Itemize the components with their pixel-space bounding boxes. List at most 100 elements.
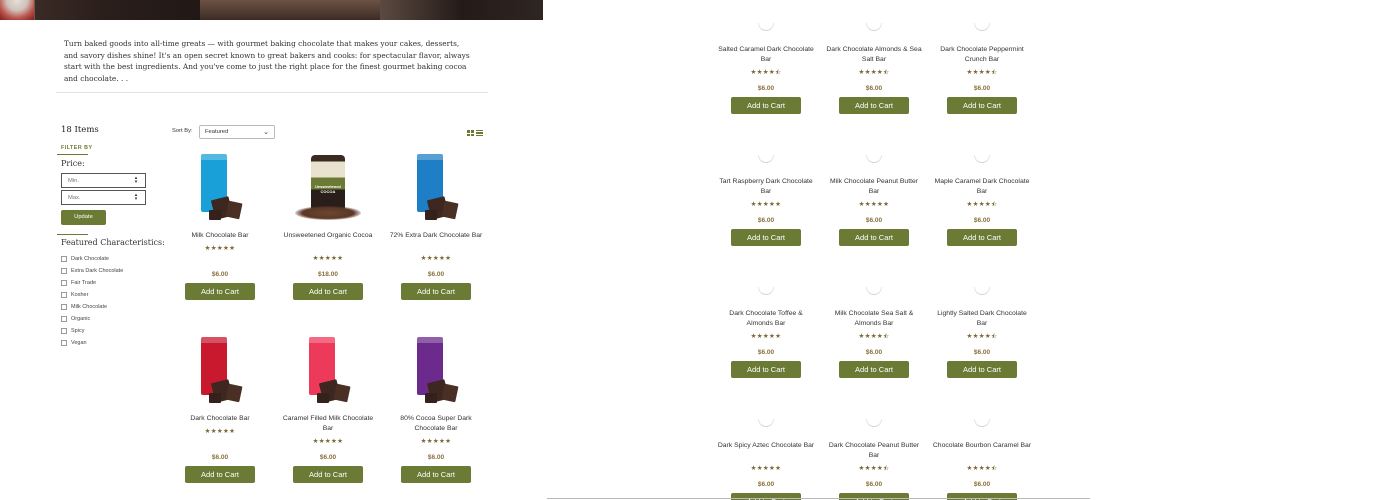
product-name[interactable]: Dark Chocolate Toffee & Almonds Bar bbox=[716, 309, 816, 329]
product-name[interactable]: Dark Spicy Aztec Chocolate Bar bbox=[716, 441, 816, 451]
product-price: $6.00 bbox=[757, 85, 775, 92]
checkbox[interactable] bbox=[61, 340, 67, 346]
product-image[interactable] bbox=[758, 419, 774, 427]
add-to-cart-button[interactable]: Add to Cart bbox=[839, 229, 909, 246]
product-name[interactable]: Tart Raspberry Dark Chocolate Bar bbox=[716, 177, 816, 197]
product-image[interactable] bbox=[401, 154, 471, 224]
add-to-cart-button[interactable]: Add to Cart bbox=[731, 97, 801, 114]
add-to-cart-button[interactable]: Add to Cart bbox=[947, 229, 1017, 246]
product-name[interactable]: Milk Chocolate Peanut Butter Bar bbox=[824, 177, 924, 197]
characteristic-label: Kosher bbox=[71, 292, 89, 298]
product-image[interactable] bbox=[866, 155, 882, 163]
product-name[interactable]: Milk Chocolate Bar bbox=[170, 231, 270, 241]
add-to-cart-button[interactable]: Add to Cart bbox=[293, 283, 363, 300]
star-rating: ★★★★★ bbox=[750, 201, 782, 208]
add-to-cart-button[interactable]: Add to Cart bbox=[947, 97, 1017, 114]
product-name[interactable]: Milk Chocolate Sea Salt & Almonds Bar bbox=[824, 309, 924, 329]
characteristic-option[interactable]: Dark Chocolate bbox=[61, 253, 123, 265]
price-max-stepper[interactable]: ▴ ▾ bbox=[133, 193, 139, 202]
price-filter-label: Price: bbox=[61, 159, 85, 168]
product-image[interactable] bbox=[866, 287, 882, 295]
product-name[interactable]: Unsweetened Organic Cocoa bbox=[278, 231, 378, 241]
sort-select[interactable]: Featured ⌄ bbox=[199, 125, 275, 139]
checkbox[interactable] bbox=[61, 292, 67, 298]
product-name[interactable]: Chocolate Bourbon Caramel Bar bbox=[932, 441, 1032, 451]
product-image[interactable] bbox=[974, 419, 990, 427]
add-to-cart-button[interactable]: Add to Cart bbox=[293, 466, 363, 483]
add-to-cart-button[interactable]: Add to Cart bbox=[401, 466, 471, 483]
grid-view-icon[interactable] bbox=[467, 130, 474, 136]
product-image[interactable] bbox=[758, 155, 774, 163]
checkbox[interactable] bbox=[61, 328, 67, 334]
divider bbox=[56, 92, 488, 93]
characteristic-option[interactable]: Organic bbox=[61, 313, 123, 325]
product-image[interactable]: Unsweetened COCOA bbox=[293, 154, 363, 224]
characteristic-option[interactable]: Kosher bbox=[61, 289, 123, 301]
product-price: $6.00 bbox=[865, 349, 883, 356]
product-price: $6.00 bbox=[757, 481, 775, 488]
star-rating: ★★★★⯪ bbox=[750, 69, 782, 76]
product-name[interactable]: Dark Chocolate Almonds & Sea Salt Bar bbox=[824, 45, 924, 65]
items-count: 18 Items bbox=[61, 125, 99, 135]
product-image[interactable] bbox=[974, 23, 990, 31]
product-image[interactable] bbox=[974, 287, 990, 295]
product-name[interactable]: Lightly Salted Dark Chocolate Bar bbox=[932, 309, 1032, 329]
product-image[interactable] bbox=[293, 337, 363, 407]
characteristic-option[interactable]: Vegan bbox=[61, 337, 123, 349]
category-intro-text: Turn baked goods into all-time greats — … bbox=[64, 39, 470, 83]
list-view-icon[interactable] bbox=[476, 130, 483, 136]
product-name[interactable]: Maple Caramel Dark Chocolate Bar bbox=[932, 177, 1032, 197]
product-image[interactable] bbox=[758, 287, 774, 295]
star-rating: ★★★★⯪ bbox=[966, 333, 998, 340]
checkbox[interactable] bbox=[61, 316, 67, 322]
add-to-cart-button[interactable]: Add to Cart bbox=[731, 361, 801, 378]
hero-banner-image bbox=[0, 0, 543, 20]
update-price-button[interactable]: Update bbox=[61, 210, 106, 225]
price-min-stepper[interactable]: ▴ ▾ bbox=[133, 176, 139, 185]
product-price: $6.00 bbox=[865, 217, 883, 224]
product-name[interactable]: 80% Cocoa Super Dark Chocolate Bar bbox=[386, 414, 486, 434]
add-to-cart-button[interactable]: Add to Cart bbox=[185, 466, 255, 483]
product-image[interactable] bbox=[866, 419, 882, 427]
add-to-cart-button[interactable]: Add to Cart bbox=[185, 283, 255, 300]
add-to-cart-button[interactable]: Add to Cart bbox=[401, 283, 471, 300]
add-to-cart-button[interactable]: Add to Cart bbox=[839, 97, 909, 114]
characteristic-label: Extra Dark Chocolate bbox=[71, 268, 124, 274]
add-to-cart-button[interactable]: Add to Cart bbox=[839, 361, 909, 378]
characteristic-option[interactable]: Spicy bbox=[61, 325, 123, 337]
add-to-cart-button[interactable]: Add to Cart bbox=[947, 361, 1017, 378]
star-rating: ★★★★★ bbox=[204, 428, 236, 435]
characteristic-option[interactable]: Fair Trade bbox=[61, 277, 123, 289]
characteristic-option[interactable]: Extra Dark Chocolate bbox=[61, 265, 123, 277]
product-price: $6.00 bbox=[211, 271, 229, 278]
characteristic-option[interactable]: Milk Chocolate bbox=[61, 301, 123, 313]
product-image[interactable] bbox=[758, 23, 774, 31]
checkbox[interactable] bbox=[61, 268, 67, 274]
star-rating: ★★★★⯪ bbox=[858, 69, 890, 76]
star-rating: ★★★★⯪ bbox=[966, 69, 998, 76]
product-image[interactable] bbox=[401, 337, 471, 407]
product-name[interactable]: Dark Chocolate Peppermint Crunch Bar bbox=[932, 45, 1032, 65]
product-image[interactable] bbox=[185, 154, 255, 224]
product-image[interactable] bbox=[866, 23, 882, 31]
filter-underline bbox=[57, 154, 88, 155]
checkbox[interactable] bbox=[61, 256, 67, 262]
checkbox[interactable] bbox=[61, 304, 67, 310]
product-price: $6.00 bbox=[865, 481, 883, 488]
product-name[interactable]: Salted Caramel Dark Chocolate Bar bbox=[716, 45, 816, 65]
characteristic-label: Vegan bbox=[71, 340, 87, 346]
bottom-border bbox=[547, 498, 1090, 499]
product-price: $6.00 bbox=[211, 454, 229, 461]
checkbox[interactable] bbox=[61, 280, 67, 286]
chevron-down-icon: ⌄ bbox=[263, 129, 269, 136]
product-name[interactable]: Dark Chocolate Bar bbox=[170, 414, 270, 424]
star-rating: ★★★★★ bbox=[750, 465, 782, 472]
product-name[interactable]: 72% Extra Dark Chocolate Bar bbox=[386, 231, 486, 241]
characteristic-label: Organic bbox=[71, 316, 91, 322]
product-image[interactable] bbox=[185, 337, 255, 407]
add-to-cart-button[interactable]: Add to Cart bbox=[731, 229, 801, 246]
product-name[interactable]: Caramel Filled Milk Chocolate Bar bbox=[278, 414, 378, 434]
product-image[interactable] bbox=[974, 155, 990, 163]
sort-select-value: Featured bbox=[205, 129, 229, 135]
product-name[interactable]: Dark Chocolate Peanut Butter Bar bbox=[824, 441, 924, 461]
